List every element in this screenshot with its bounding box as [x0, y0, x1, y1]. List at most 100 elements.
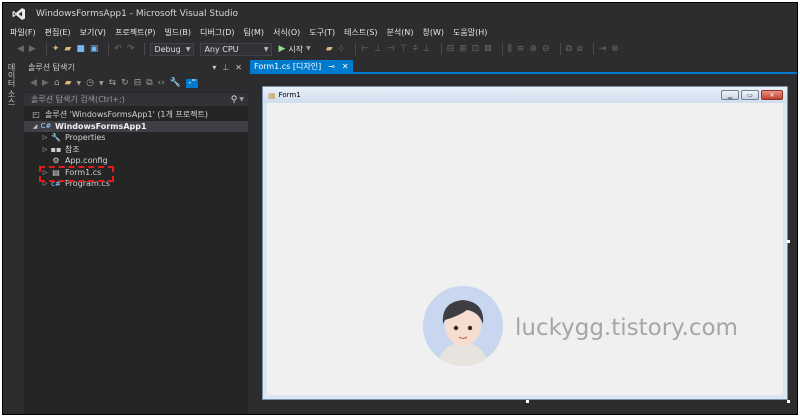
menu-view[interactable]: 보기(V) [80, 27, 106, 38]
toolbar-separator [592, 43, 594, 55]
size-to-grid-icon[interactable]: ⊠ [484, 44, 492, 54]
form1-window[interactable]: ▦ Form1 ▁ ▭ ✕ luckygg.tistory.com [262, 86, 788, 400]
chevron-down-icon[interactable]: ▼ [99, 80, 104, 87]
search-input[interactable]: 솔루션 탐색기 검색(Ctrl+;) [31, 94, 231, 105]
tree-item-app-config[interactable]: ⚙ App.config [24, 155, 248, 167]
switch-views-icon[interactable]: ▰ [65, 79, 72, 88]
align-bottoms-icon[interactable]: ⊥ [423, 44, 431, 54]
tree-item-references[interactable]: ▷ ▪▪ 참조 [24, 144, 248, 156]
vertical-spacing-icon[interactable]: ≡ [517, 44, 525, 54]
preview-selected-items-icon[interactable]: -⁼ [186, 79, 199, 88]
tree-item-properties[interactable]: ▷ 🔧 Properties [24, 132, 248, 144]
center-horizontally-icon[interactable]: ⊕ [529, 44, 537, 54]
align-centers-icon[interactable]: ⊥ [374, 44, 382, 54]
menu-file[interactable]: 파일(F) [10, 27, 36, 38]
solution-platform-dropdown[interactable]: Any CPU ▼ [200, 42, 273, 56]
watermark-text: luckygg.tistory.com [515, 315, 738, 341]
minimize-button[interactable]: ▁ [721, 90, 739, 100]
align-lefts-icon[interactable]: ⊢ [361, 44, 369, 54]
collapsed-arrow-icon[interactable]: ▷ [40, 134, 50, 141]
expanded-arrow-icon[interactable]: ◢ [30, 123, 40, 130]
close-icon[interactable]: ✕ [342, 62, 349, 71]
solution-explorer-search-box[interactable]: 솔루션 탐색기 검색(Ctrl+;) ⚲ ▼ [24, 93, 248, 106]
align-middles-icon[interactable]: ⫩ [413, 44, 418, 54]
resize-handle-bottom[interactable] [526, 400, 529, 403]
back-icon[interactable]: ◀ [17, 44, 24, 54]
pin-icon[interactable]: ⊸ [328, 62, 335, 71]
tree-item-solution[interactable]: ◰ 솔루션 'WindowsFormsApp1' (1개 프로젝트) [24, 109, 248, 121]
browser-link-icon[interactable]: ▰ [326, 44, 333, 54]
annotation-highlight-box [39, 166, 114, 182]
tree-item-label: 솔루션 'WindowsFormsApp1' (1개 프로젝트) [45, 110, 208, 120]
new-project-icon[interactable]: ✦ [52, 44, 60, 54]
maximize-button[interactable]: ▭ [741, 90, 759, 100]
show-all-files-icon[interactable]: ⧉ [146, 79, 152, 88]
tree-item-label: App.config [65, 156, 108, 166]
data-sources-side-tab[interactable]: 데이터 소스 [3, 60, 22, 414]
window-position-dropdown-icon[interactable]: ▾ [212, 63, 216, 72]
menu-window[interactable]: 창(W) [423, 27, 445, 38]
step-icon[interactable]: ⊹ [338, 44, 346, 54]
tree-item-project[interactable]: ◢ C# WindowsFormsApp1 [24, 120, 248, 132]
make-same-size-icon[interactable]: ⊡ [472, 44, 480, 54]
collapsed-arrow-icon[interactable]: ▷ [40, 146, 50, 153]
forward-icon[interactable]: ▶ [29, 44, 36, 54]
title-bar: WindowsFormsApp1 - Microsoft Visual Stud… [3, 3, 797, 25]
resize-handle-bottom-right[interactable] [787, 400, 790, 403]
menu-test[interactable]: 테스트(S) [344, 27, 377, 38]
sync-active-document-icon[interactable]: ⇆ [109, 79, 117, 88]
close-icon[interactable]: ✕ [235, 63, 242, 72]
avatar-illustration-icon [423, 286, 503, 366]
save-all-icon[interactable]: ▣ [90, 44, 99, 54]
undo-icon[interactable]: ↶ [114, 44, 122, 54]
solution-explorer-title: 솔루션 탐색기 [28, 63, 75, 72]
close-button[interactable]: ✕ [761, 90, 783, 100]
bring-to-front-icon[interactable]: ⧉ [566, 44, 572, 54]
chevron-down-icon[interactable]: ▼ [76, 80, 81, 87]
menu-format[interactable]: 서식(O) [273, 27, 300, 38]
solution-explorer-panel: 솔루션 탐색기 ▾ ⊥ ✕ ◀ ▶ ⌂ ▰ ▼ ◷ ▼ ⇆ ↻ ⊟ ⧉ ‹› 🔧… [24, 60, 248, 414]
view-code-icon[interactable]: ‹› [158, 79, 165, 88]
solution-explorer-toolbar: ◀ ▶ ⌂ ▰ ▼ ◷ ▼ ⇆ ↻ ⊟ ⧉ ‹› 🔧 -⁼ [24, 75, 248, 92]
pending-changes-filter-icon[interactable]: ◷ [86, 79, 94, 88]
collapse-all-icon[interactable]: ⊟ [134, 79, 142, 88]
menu-team[interactable]: 팀(M) [244, 27, 265, 38]
home-icon[interactable]: ⌂ [54, 79, 60, 88]
menu-build[interactable]: 빌드(B) [165, 27, 191, 38]
menu-edit[interactable]: 편집(E) [45, 27, 71, 38]
menu-analyze[interactable]: 분석(N) [387, 27, 414, 38]
form-client-area[interactable]: luckygg.tistory.com [267, 103, 783, 395]
start-debugging-button[interactable]: ▶ 시작 ▼ [278, 44, 315, 55]
align-rights-icon[interactable]: ⊣ [387, 44, 395, 54]
lock-controls-icon[interactable]: ⊗ [611, 44, 619, 54]
redo-icon[interactable]: ↷ [127, 44, 135, 54]
menu-project[interactable]: 프로젝트(P) [115, 27, 156, 38]
menu-help[interactable]: 도움말(H) [453, 27, 487, 38]
forward-icon[interactable]: ▶ [42, 79, 49, 88]
menu-debug[interactable]: 디버그(D) [200, 27, 234, 38]
make-same-width-icon[interactable]: ⊟ [447, 44, 455, 54]
tab-form1-design[interactable]: Form1.cs [디자인] ⊸ ✕ [250, 60, 353, 72]
save-icon[interactable]: ■ [76, 44, 85, 54]
menu-bar: 파일(F) 편집(E) 보기(V) 프로젝트(P) 빌드(B) 디버그(D) 팀… [3, 25, 496, 39]
form-title-bar: ▦ Form1 ▁ ▭ ✕ [263, 87, 787, 103]
back-icon[interactable]: ◀ [30, 79, 37, 88]
refresh-icon[interactable]: ↻ [121, 79, 129, 88]
search-icon[interactable]: ⚲ [231, 95, 238, 105]
visual-studio-window: WindowsFormsApp1 - Microsoft Visual Stud… [2, 2, 798, 415]
horizontal-spacing-icon[interactable]: ⫼ [508, 44, 512, 54]
solution-icon: ◰ [32, 110, 40, 120]
solution-configuration-dropdown[interactable]: Debug ▼ [150, 42, 195, 56]
send-to-back-icon[interactable]: ⧈ [577, 44, 583, 54]
properties-wrench-icon[interactable]: 🔧 [170, 79, 181, 88]
menu-tools[interactable]: 도구(T) [309, 27, 335, 38]
tab-order-icon[interactable]: ⇥ [599, 44, 607, 54]
pin-icon[interactable]: ⊥ [222, 63, 229, 72]
align-tops-icon[interactable]: ⊤ [400, 44, 408, 54]
toolbar-separator [108, 43, 110, 55]
resize-handle-right[interactable] [787, 240, 790, 243]
chevron-down-icon[interactable]: ▼ [239, 96, 244, 103]
center-vertically-icon[interactable]: ⊖ [542, 44, 550, 54]
open-file-icon[interactable]: ▰ [64, 44, 71, 54]
make-same-height-icon[interactable]: ⊞ [459, 44, 467, 54]
